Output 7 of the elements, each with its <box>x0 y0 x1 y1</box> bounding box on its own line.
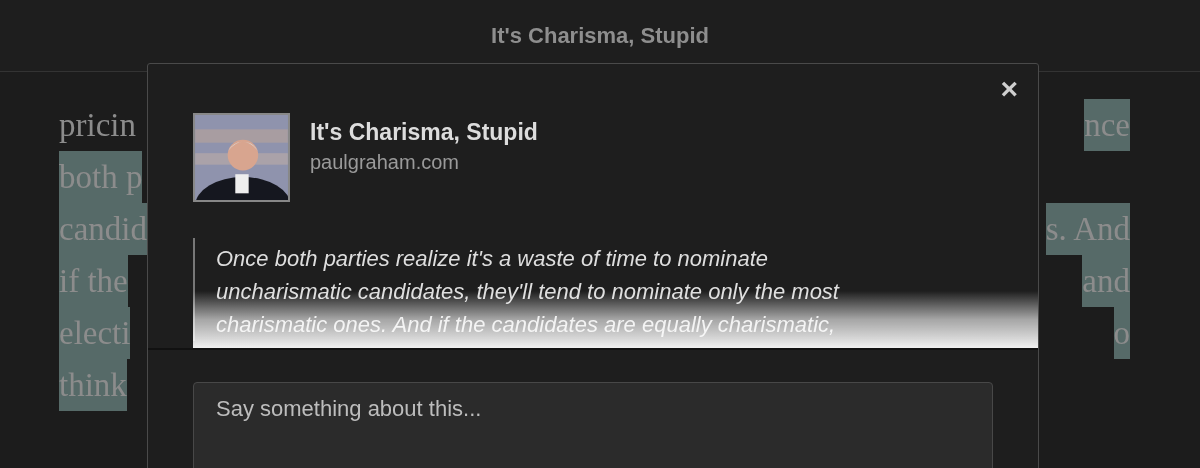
quote-text: Once both parties realize it's a waste of time to nominate uncharismatic candidates, they'll tend to nominate only the most charismatic ones. And if the candidates are equally charismatic, <box>193 238 893 341</box>
link-title: It's Charisma, Stupid <box>310 118 538 147</box>
close-button[interactable]: × <box>996 74 1022 104</box>
page-title: It's Charisma, Stupid <box>491 22 709 50</box>
article-text: pricin <box>59 106 136 145</box>
link-domain: paulgraham.com <box>310 150 460 175</box>
comment-field[interactable]: Say something about this... <box>193 382 993 468</box>
